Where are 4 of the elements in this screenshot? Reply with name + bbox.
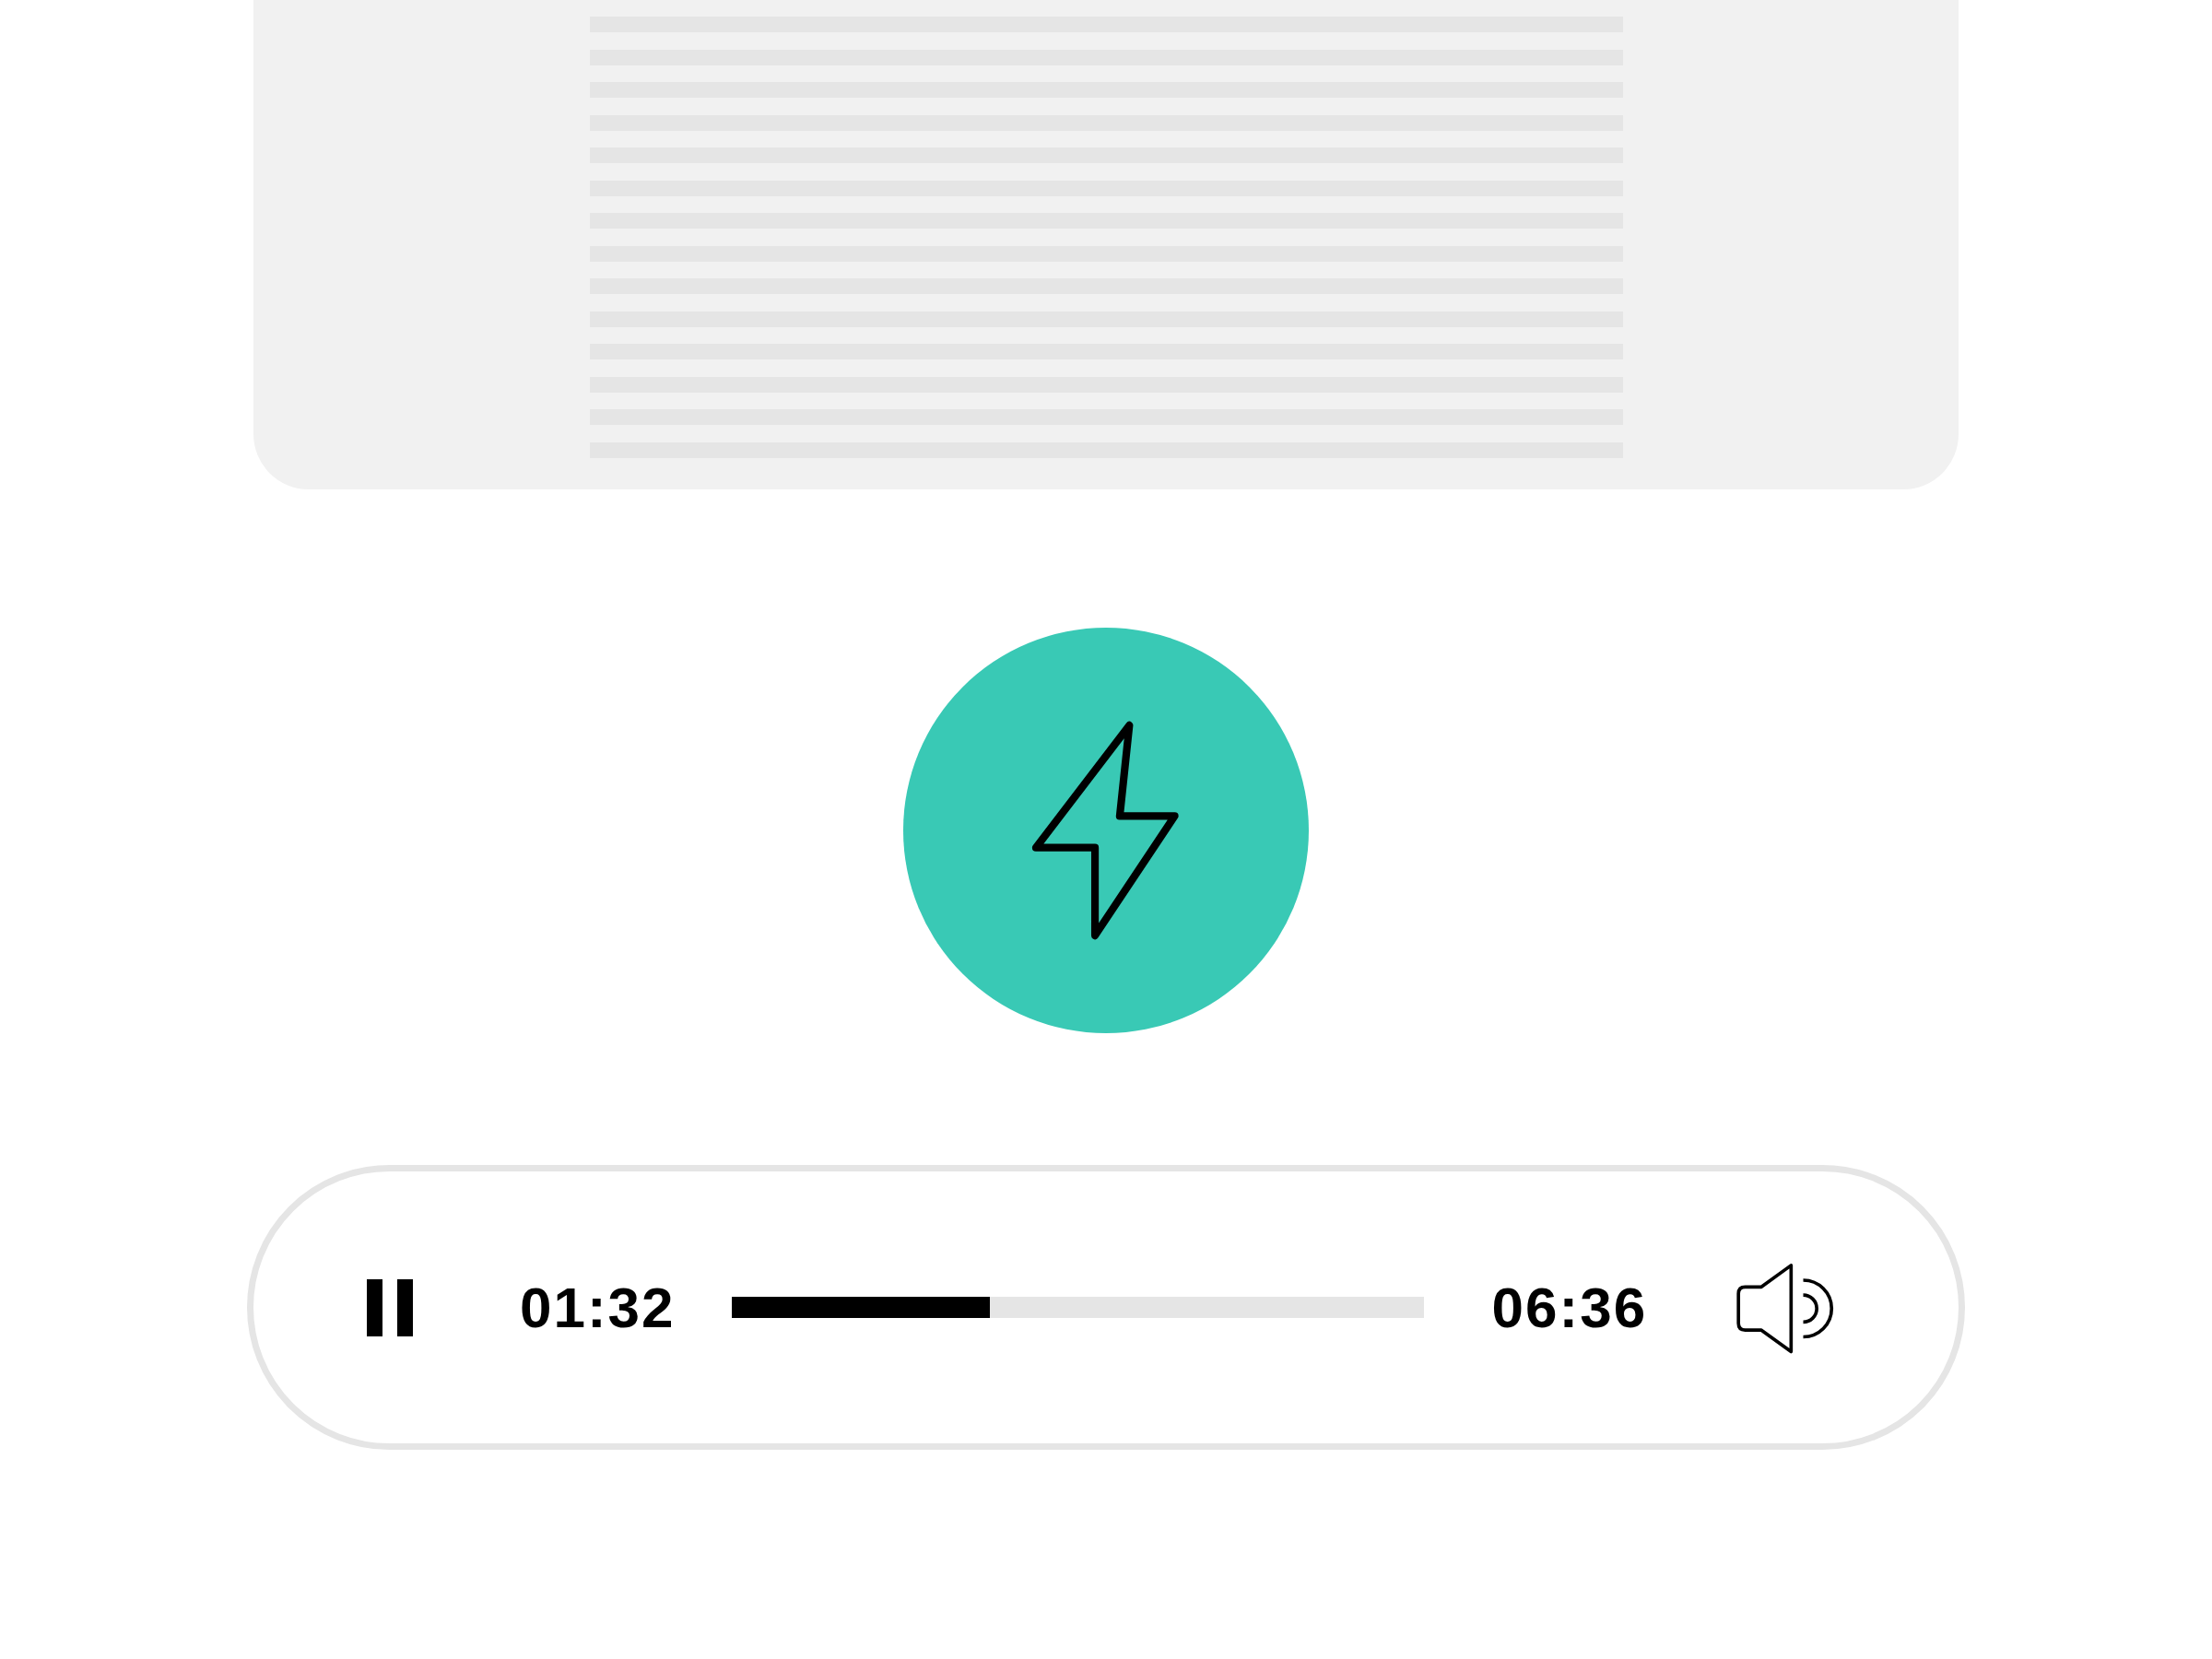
pause-button[interactable] (367, 1278, 413, 1336)
total-duration: 06:36 (1491, 1275, 1648, 1340)
elapsed-time: 01:32 (520, 1275, 676, 1340)
progress-track[interactable] (731, 1297, 1424, 1318)
